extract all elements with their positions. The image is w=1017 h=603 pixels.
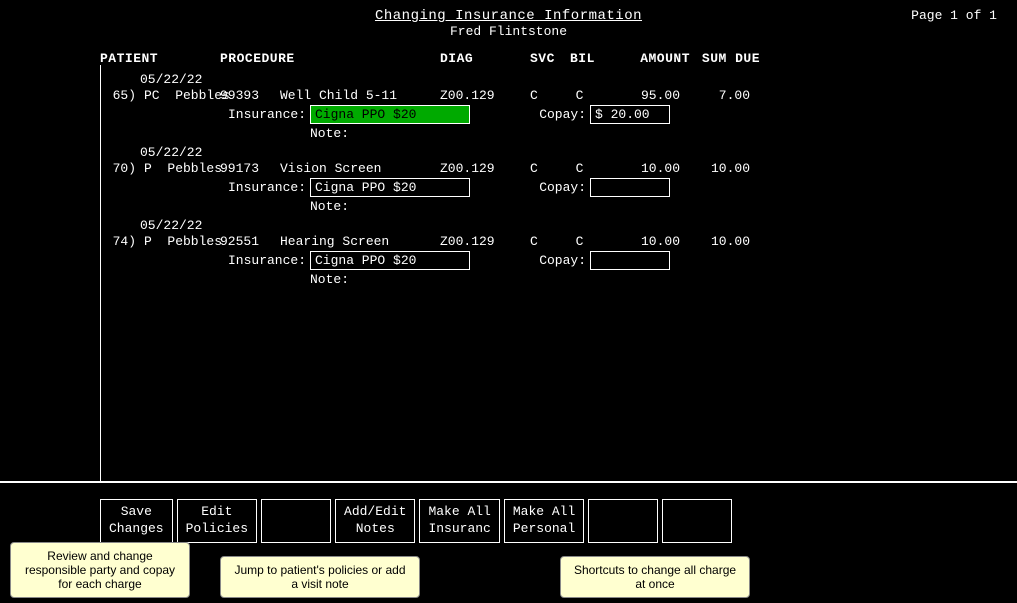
insurance-input-0[interactable]: [310, 105, 470, 124]
charge-date-1: 05/22/22: [100, 145, 1017, 160]
note-row-0: Note:: [100, 126, 1017, 141]
page-indicator: Page 1 of 1: [911, 8, 997, 23]
empty-3-button[interactable]: [662, 499, 732, 543]
empty-1-button[interactable]: [261, 499, 331, 543]
charge-bil: C: [560, 161, 600, 176]
copay-label-2: Copay:: [530, 253, 590, 268]
charge-amount: 95.00: [600, 88, 680, 103]
insurance-input-1[interactable]: [310, 178, 470, 197]
col-header-amount: AMOUNT: [610, 51, 690, 66]
note-row-2: Note:: [100, 272, 1017, 287]
charge-row-2: 74) P Pebbles 92551 Hearing Screen Z00.1…: [100, 234, 1017, 249]
charge-num: 74): [100, 234, 140, 249]
tooltip-right: Shortcuts to change all charge at once: [560, 556, 750, 598]
charge-desc: Well Child 5-11: [280, 88, 440, 103]
screen: Page 1 of 1 Changing Insurance Informati…: [0, 0, 1017, 603]
col-header-svc: SVC: [530, 51, 570, 66]
tooltip-center: Jump to patient's policies or add a visi…: [220, 556, 420, 598]
make-all-personal-button[interactable]: Make AllPersonal: [504, 499, 584, 543]
insurance-input-2[interactable]: [310, 251, 470, 270]
col-header-sumdue: SUM DUE: [690, 51, 760, 66]
charge-amount: 10.00: [600, 234, 680, 249]
charge-block-0: 05/22/22 65) PC Pebbles 99393 Well Child…: [0, 72, 1017, 141]
insurance-label-0: Insurance:: [220, 107, 310, 122]
charge-code: 99173: [220, 161, 280, 176]
charges-container: 05/22/22 65) PC Pebbles 99393 Well Child…: [0, 68, 1017, 287]
charge-patient-prefix: P Pebbles: [140, 161, 220, 176]
charge-sumdue: 7.00: [680, 88, 750, 103]
header-area: Changing Insurance Information Fred Flin…: [0, 0, 1017, 43]
charge-date-0: 05/22/22: [100, 72, 1017, 87]
charge-desc: Hearing Screen: [280, 234, 440, 249]
charge-block-2: 05/22/22 74) P Pebbles 92551 Hearing Scr…: [0, 218, 1017, 287]
insurance-label-1: Insurance:: [220, 180, 310, 195]
charge-diag: Z00.129: [440, 234, 530, 249]
charge-date-2: 05/22/22: [100, 218, 1017, 233]
charge-sumdue: 10.00: [680, 161, 750, 176]
charge-sumdue: 10.00: [680, 234, 750, 249]
col-header-bil: BIL: [570, 51, 610, 66]
copay-input-1[interactable]: [590, 178, 670, 197]
title: Changing Insurance Information: [0, 8, 1017, 24]
bottom-bar: [0, 481, 1017, 483]
charge-num: 65): [100, 88, 140, 103]
insurance-row-1: Insurance: Copay:: [100, 178, 1017, 197]
buttons-area: SaveChangesEditPoliciesAdd/EditNotesMake…: [100, 499, 1017, 543]
charge-svc: C: [530, 161, 560, 176]
charge-amount: 10.00: [600, 161, 680, 176]
charge-diag: Z00.129: [440, 88, 530, 103]
insurance-row-0: Insurance: Copay:: [100, 105, 1017, 124]
insurance-label-2: Insurance:: [220, 253, 310, 268]
charge-code: 92551: [220, 234, 280, 249]
charge-code: 99393: [220, 88, 280, 103]
edit-policies-button[interactable]: EditPolicies: [177, 499, 257, 543]
charge-diag: Z00.129: [440, 161, 530, 176]
charge-num: 70): [100, 161, 140, 176]
charge-svc: C: [530, 234, 560, 249]
copay-input-0[interactable]: [590, 105, 670, 124]
charge-bil: C: [560, 234, 600, 249]
charge-desc: Vision Screen: [280, 161, 440, 176]
charge-bil: C: [560, 88, 600, 103]
note-row-1: Note:: [100, 199, 1017, 214]
charge-patient-prefix: PC Pebbles: [140, 88, 220, 103]
col-header-patient: PATIENT: [100, 51, 220, 66]
subtitle: Fred Flintstone: [0, 24, 1017, 39]
col-header-procedure: PROCEDURE: [220, 51, 440, 66]
copay-label-1: Copay:: [530, 180, 590, 195]
column-headers: PATIENT PROCEDURE DIAG SVC BIL AMOUNT SU…: [0, 49, 1017, 68]
charge-svc: C: [530, 88, 560, 103]
tooltip-left: Review and change responsible party and …: [10, 542, 190, 598]
charge-row-0: 65) PC Pebbles 99393 Well Child 5-11 Z00…: [100, 88, 1017, 103]
charge-row-1: 70) P Pebbles 99173 Vision Screen Z00.12…: [100, 161, 1017, 176]
charge-patient-prefix: P Pebbles: [140, 234, 220, 249]
charge-block-1: 05/22/22 70) P Pebbles 99173 Vision Scre…: [0, 145, 1017, 214]
insurance-row-2: Insurance: Copay:: [100, 251, 1017, 270]
copay-label-0: Copay:: [530, 107, 590, 122]
empty-2-button[interactable]: [588, 499, 658, 543]
col-header-diag: DIAG: [440, 51, 530, 66]
make-all-insurance-button[interactable]: Make AllInsuranc: [419, 499, 499, 543]
copay-input-2[interactable]: [590, 251, 670, 270]
sidebar-line: [100, 65, 101, 483]
save-changes-button[interactable]: SaveChanges: [100, 499, 173, 543]
add-edit-notes-button[interactable]: Add/EditNotes: [335, 499, 415, 543]
